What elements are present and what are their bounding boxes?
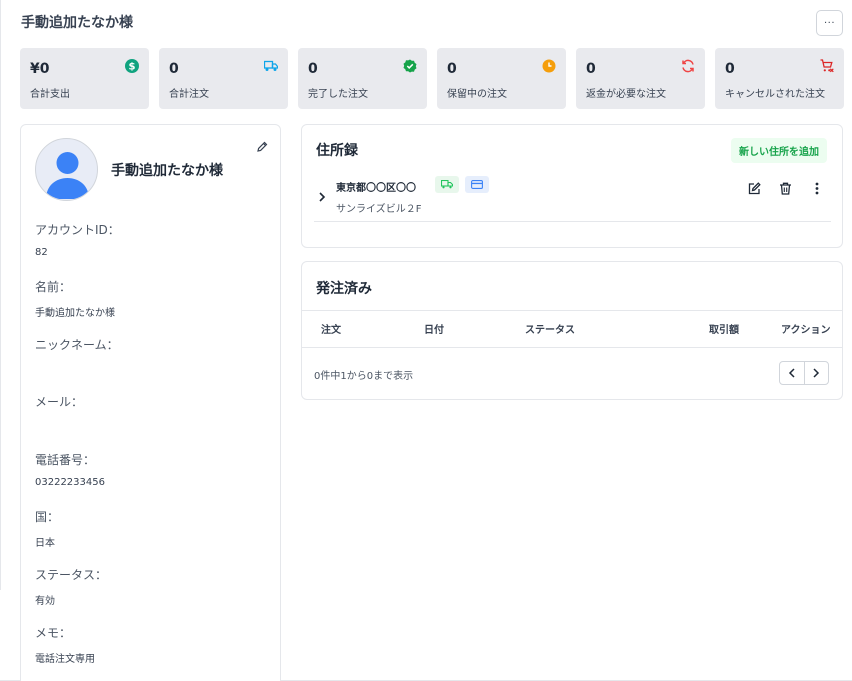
- clock-icon: [542, 59, 556, 73]
- table-header-bottom-border: [302, 347, 842, 348]
- stat-label: 合計注文: [169, 89, 209, 100]
- field-label-email: メール：: [35, 395, 84, 409]
- add-address-button[interactable]: 新しい住所を追加: [731, 138, 827, 163]
- next-page-button[interactable]: [803, 362, 828, 384]
- chevron-right-icon: [813, 368, 820, 378]
- stat-card-cancelled-orders: 0 キャンセルされた注文: [715, 48, 844, 109]
- delete-address-icon[interactable]: [779, 182, 792, 195]
- field-value-memo: 電話注文専用: [35, 654, 95, 665]
- field-label-name: 名前：: [35, 280, 72, 294]
- field-value-account-id: 82: [35, 247, 48, 258]
- field-label-account-id: アカウントID：: [35, 223, 120, 237]
- check-badge-icon: [403, 59, 417, 73]
- chevron-right-icon[interactable]: [317, 187, 327, 202]
- customer-profile-card: 手動追加たなか様 アカウントID： 82 名前： 手動追加たなか様 ニックネーム…: [20, 124, 281, 681]
- field-value-country: 日本: [35, 538, 55, 549]
- field-value-status: 有効: [35, 596, 55, 607]
- dollar-icon: $: [125, 59, 139, 73]
- stat-value: ¥0: [30, 61, 50, 77]
- chevron-left-icon: [788, 368, 795, 378]
- address-divider: [314, 221, 831, 222]
- column-header-status[interactable]: ステータス: [525, 321, 575, 336]
- billing-tag: [465, 176, 489, 193]
- page-title: 手動追加たなか様: [21, 15, 133, 31]
- address-more-icon[interactable]: [810, 182, 823, 195]
- stat-label: 保留中の注文: [447, 89, 507, 100]
- stat-value: 0: [586, 61, 596, 77]
- pagination-info: 0件中1から0まで表示: [314, 371, 414, 382]
- stat-card-total-spend: ¥0 合計支出 $: [20, 48, 149, 109]
- stat-value: 0: [447, 61, 457, 77]
- stat-value: 0: [308, 61, 318, 77]
- edit-profile-icon[interactable]: [256, 138, 268, 152]
- table-header-top-border: [302, 310, 842, 311]
- stat-label: キャンセルされた注文: [725, 89, 825, 100]
- address-book-card: 住所録 新しい住所を追加 東京都〇〇区〇〇 サンライズビル２F: [301, 124, 843, 248]
- stat-label: 返金が必要な注文: [586, 89, 666, 100]
- profile-name: 手動追加たなか様: [111, 163, 223, 179]
- field-value-name: 手動追加たなか様: [35, 308, 115, 319]
- prev-page-button[interactable]: [780, 362, 804, 384]
- credit-card-icon: [471, 180, 483, 189]
- column-header-order[interactable]: 注文: [321, 321, 341, 336]
- stat-card-completed-orders: 0 完了した注文: [298, 48, 427, 109]
- svg-text:$: $: [129, 62, 136, 73]
- column-header-amount[interactable]: 取引額: [709, 321, 739, 336]
- address-line2: サンライズビル２F: [336, 204, 422, 215]
- field-label-nickname: ニックネーム：: [35, 338, 119, 352]
- orders-card: 発注済み 注文 日付 ステータス 取引額 アクション 0件中1から0まで表示: [301, 261, 843, 400]
- left-border: [0, 0, 1, 590]
- stat-card-pending-orders: 0 保留中の注文: [437, 48, 566, 109]
- field-label-memo: メモ：: [35, 626, 72, 640]
- address-line1: 東京都〇〇区〇〇: [336, 183, 416, 194]
- shipping-tag: [435, 176, 459, 193]
- field-value-phone: 03222233456: [35, 477, 105, 488]
- stat-label: 完了した注文: [308, 89, 368, 100]
- truck-icon: [441, 180, 453, 189]
- cart-cancel-icon: [820, 59, 834, 73]
- stat-value: 0: [725, 61, 735, 77]
- stats-row: ¥0 合計支出 $ 0 合計注文 0 完了した注文 0 保留中の注文 0 返金が…: [20, 48, 844, 109]
- more-options-button[interactable]: ···: [816, 10, 843, 36]
- column-header-action: アクション: [781, 325, 831, 336]
- stat-label: 合計支出: [30, 89, 70, 100]
- stat-value: 0: [169, 61, 179, 77]
- field-label-status: ステータス：: [35, 568, 108, 582]
- column-header-date[interactable]: 日付: [424, 321, 444, 336]
- user-avatar-icon: [46, 152, 89, 199]
- edit-address-icon[interactable]: [748, 182, 761, 195]
- orders-title: 発注済み: [316, 281, 372, 297]
- avatar: [35, 138, 98, 201]
- stat-card-total-orders: 0 合計注文: [159, 48, 288, 109]
- pagination: [779, 361, 829, 385]
- truck-icon: [264, 59, 278, 73]
- field-label-phone: 電話番号：: [35, 453, 96, 467]
- stat-card-refund-orders: 0 返金が必要な注文: [576, 48, 705, 109]
- address-book-title: 住所録: [316, 143, 358, 159]
- field-label-country: 国：: [35, 510, 60, 524]
- refresh-icon: [681, 59, 695, 73]
